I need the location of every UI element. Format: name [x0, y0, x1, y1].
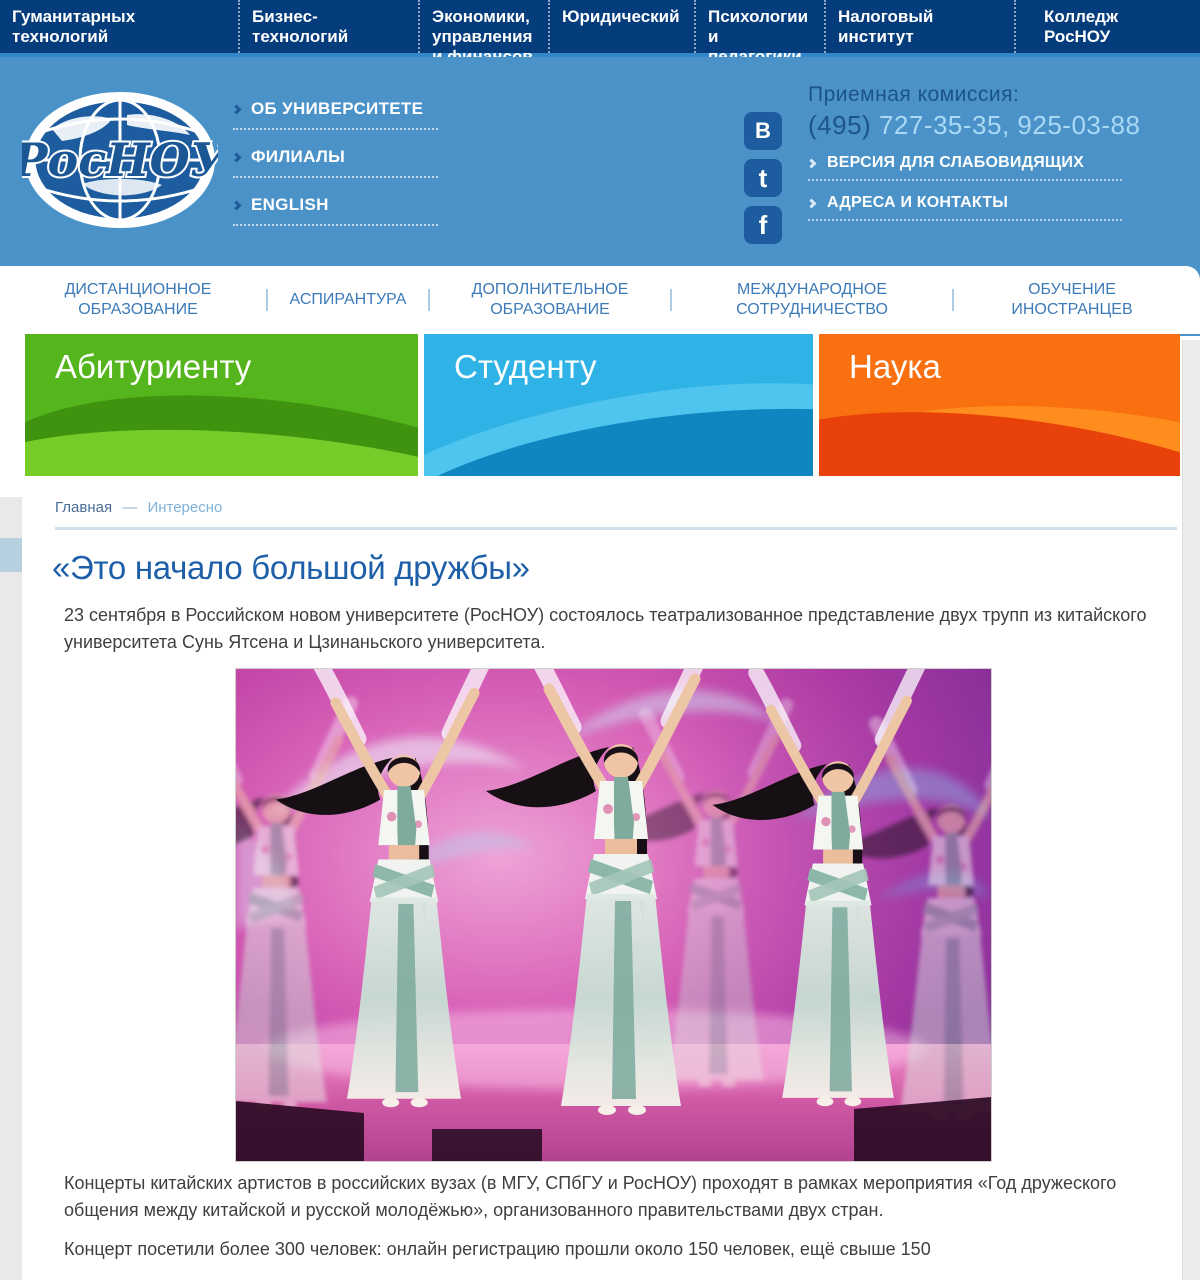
- chevron-right-icon: [232, 152, 242, 162]
- article-paragraph: Концерт посетили более 300 человек: онла…: [64, 1236, 1166, 1263]
- phone-area-code: (495): [808, 110, 871, 140]
- chevron-right-icon: [232, 200, 242, 210]
- nav-distance-education[interactable]: ДИСТАНЦИОННОЕ ОБРАЗОВАНИЕ: [22, 280, 254, 320]
- nav-separator: [952, 289, 954, 311]
- chevron-right-icon: [807, 198, 817, 208]
- admission-label: Приемная комиссия:: [808, 83, 1140, 107]
- right-page-rail: [1182, 340, 1200, 1280]
- nav-separator: [670, 289, 672, 311]
- left-edge-banner-sliver: [0, 538, 22, 572]
- tab-applicant[interactable]: Абитуриенту: [25, 334, 418, 476]
- social-icons: В t f: [744, 112, 782, 244]
- breadcrumb-home[interactable]: Главная: [55, 499, 112, 516]
- divider: [55, 527, 1177, 530]
- topbar-item-humanities[interactable]: Гуманитарных технологий: [0, 0, 238, 53]
- link-visually-impaired[interactable]: ВЕРСИЯ ДЛЯ СЛАБОВИДЯЩИХ: [808, 154, 1122, 181]
- menu-english[interactable]: ENGLISH: [233, 195, 438, 226]
- menu-about-university[interactable]: ОБ УНИВЕРСИТЕТЕ: [233, 99, 438, 130]
- topbar-item-economics[interactable]: Экономики, управления и финансов: [418, 0, 548, 53]
- link-addresses-contacts[interactable]: АДРЕСА И КОНТАКТЫ: [808, 194, 1122, 221]
- site-header: РосНОУ ОБ УНИВЕРСИТЕТЕ ФИЛИАЛЫ ENGLISH В…: [0, 57, 1200, 266]
- tab-student[interactable]: Студенту: [424, 334, 813, 476]
- left-edge-thumbnail-sliver: [0, 650, 18, 1105]
- institutes-bar: Гуманитарных технологий Бизнес-технологи…: [0, 0, 1200, 57]
- article-paragraph: 23 сентября в Российском новом университ…: [64, 602, 1166, 656]
- phone-numbers: 727-35-35, 925-03-88: [879, 110, 1141, 140]
- admission-phones: (495) 727-35-35, 925-03-88: [808, 110, 1140, 141]
- admission-block: Приемная комиссия: (495) 727-35-35, 925-…: [808, 83, 1140, 141]
- header-links: ВЕРСИЯ ДЛЯ СЛАБОВИДЯЩИХ АДРЕСА И КОНТАКТ…: [808, 154, 1122, 234]
- header-menu: ОБ УНИВЕРСИТЕТЕ ФИЛИАЛЫ ENGLISH: [233, 99, 438, 243]
- chevron-right-icon: [232, 104, 242, 114]
- breadcrumb-separator: —: [122, 499, 137, 516]
- facebook-icon[interactable]: f: [744, 206, 782, 244]
- article-title: «Это начало большой дружбы»: [52, 549, 1170, 587]
- topbar-item-law[interactable]: Юридический: [548, 0, 694, 53]
- tab-science[interactable]: Наука: [819, 334, 1180, 476]
- vk-icon[interactable]: В: [744, 112, 782, 150]
- twitter-icon[interactable]: t: [744, 159, 782, 197]
- breadcrumb: Главная — Интересно: [55, 499, 1170, 516]
- rosnou-logo[interactable]: РосНОУ: [22, 89, 218, 231]
- nav-postgraduate[interactable]: АСПИРАНТУРА: [280, 290, 416, 310]
- nav-separator: [266, 289, 268, 311]
- nav-additional-education[interactable]: ДОПОЛНИТЕЛЬНОЕ ОБРАЗОВАНИЕ: [442, 280, 658, 320]
- logo-text: РосНОУ: [22, 133, 218, 187]
- article-content: Главная — Интересно «Это начало большой …: [0, 476, 1200, 1276]
- topbar-item-psychology[interactable]: Психологии и педагогики: [694, 0, 824, 53]
- nav-separator: [428, 289, 430, 311]
- stage-photo-dancers: [236, 669, 991, 1161]
- nav-international[interactable]: МЕЖДУНАРОДНОЕ СОТРУДНИЧЕСТВО: [684, 280, 940, 320]
- audience-tabs: Абитуриенту Студенту Наука: [25, 334, 1178, 476]
- article-photo: [235, 668, 992, 1162]
- nav-foreign-students[interactable]: ОБУЧЕНИЕ ИНОСТРАНЦЕВ: [966, 280, 1178, 320]
- chevron-right-icon: [807, 158, 817, 168]
- topbar-item-college[interactable]: Колледж РосНОУ: [1014, 0, 1200, 53]
- topbar-item-business[interactable]: Бизнес-технологий: [238, 0, 418, 53]
- menu-branches[interactable]: ФИЛИАЛЫ: [233, 147, 438, 178]
- article-paragraph: Концерты китайских артистов в российских…: [64, 1170, 1166, 1224]
- main-nav: ДИСТАНЦИОННОЕ ОБРАЗОВАНИЕ АСПИРАНТУРА ДО…: [0, 266, 1200, 334]
- breadcrumb-current[interactable]: Интересно: [147, 499, 222, 516]
- topbar-item-tax[interactable]: Налоговый институт: [824, 0, 1014, 53]
